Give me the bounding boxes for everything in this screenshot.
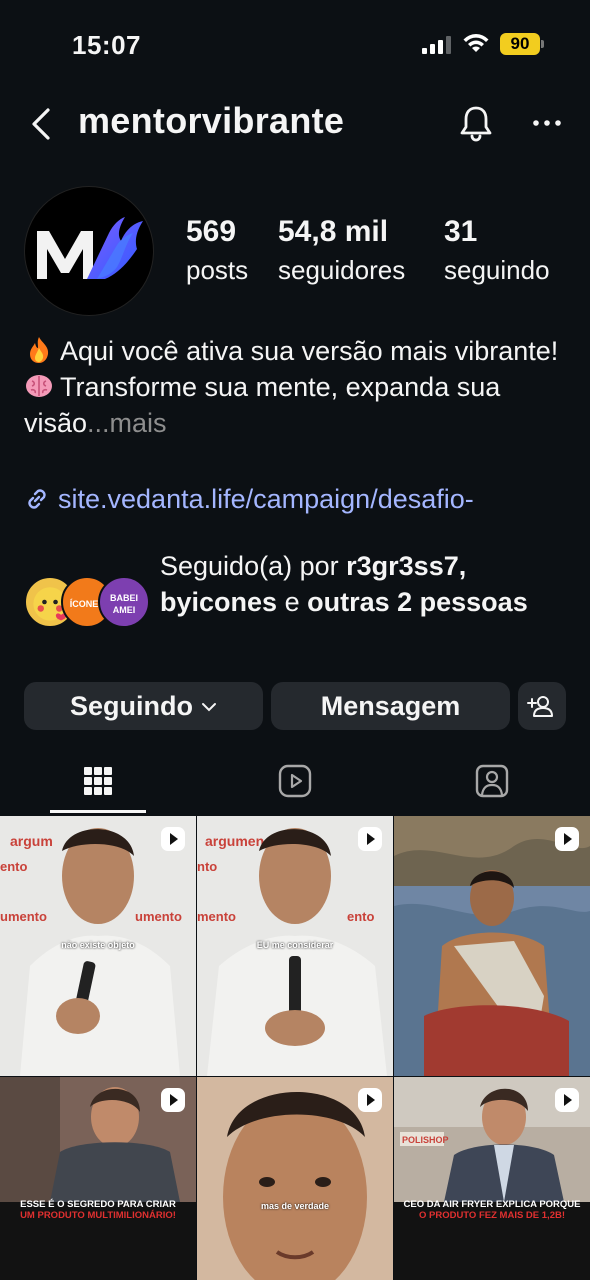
followed-by-connector: e xyxy=(284,587,300,617)
svg-text:nto: nto xyxy=(197,859,217,874)
svg-text:ento: ento xyxy=(0,859,28,874)
wifi-icon xyxy=(463,34,489,52)
profile-username: mentorvibrante xyxy=(78,100,345,141)
stat-posts-label: posts xyxy=(186,255,249,285)
following-button[interactable]: Seguindo xyxy=(24,682,263,730)
reels-icon xyxy=(278,764,312,798)
mutual-followers-avatars[interactable]: ÍCONES BABEI AMEI xyxy=(24,576,150,628)
battery-tip xyxy=(541,40,544,48)
post-caption: EU me considerar xyxy=(256,940,334,950)
stat-following-value: 31 xyxy=(444,215,478,248)
stat-followers-value: 54,8 mil xyxy=(278,215,389,248)
post-caption: mas de verdade xyxy=(260,1201,330,1211)
profile-tabs xyxy=(0,752,590,814)
battery-indicator: 90 xyxy=(500,33,540,55)
status-time: 15:07 xyxy=(72,30,141,60)
followed-by-text[interactable]: Seguido(a) por r3gr3ss7, byicones e outr… xyxy=(160,548,570,620)
post-caption: ESSE É O SEGREDO PARA CRIAR UM PRODUTO M… xyxy=(6,1199,190,1221)
stat-posts-value: 569 xyxy=(186,215,237,248)
post-caption-line-1: ESSE É O SEGREDO PARA CRIAR xyxy=(20,1199,176,1210)
profile-link[interactable]: site.vedanta.life/campaign/desafio- xyxy=(24,484,574,515)
tagged-person-icon xyxy=(475,764,509,798)
profile-link-text: site.vedanta.life/campaign/desafio- xyxy=(58,484,474,514)
brain-emoji-icon xyxy=(26,375,52,397)
svg-text:umento: umento xyxy=(0,909,47,924)
profile-header: mentorvibrante xyxy=(0,96,590,152)
reel-icon xyxy=(555,1088,579,1112)
followed-by-prefix: Seguido(a) por xyxy=(160,551,339,581)
bio-more-link[interactable]: mais xyxy=(110,408,167,438)
bio-text-1: Aqui você ativa sua versão mais vibrante… xyxy=(60,336,559,366)
reel-icon xyxy=(358,1088,382,1112)
mv-logo xyxy=(37,217,143,279)
svg-text:argum: argum xyxy=(10,833,53,849)
post-image xyxy=(394,816,590,1076)
followed-by-user-1: r3gr3ss7, xyxy=(346,551,467,581)
svg-text:ento: ento xyxy=(347,909,375,924)
message-button[interactable]: Mensagem xyxy=(271,682,510,730)
bio-ellipsis: ... xyxy=(87,408,110,438)
post-caption-line-2: UM PRODUTO MULTIMILIONÁRIO! xyxy=(20,1210,176,1221)
add-person-icon xyxy=(527,696,553,717)
reel-icon xyxy=(161,827,185,851)
grid-tab[interactable] xyxy=(0,752,196,814)
followed-by-user-2: byicones xyxy=(160,587,278,617)
post-caption-line-1: CEO DA AIR FRYER EXPLICA PORQUE xyxy=(403,1199,581,1210)
post-caption: não existe objeto xyxy=(61,940,135,950)
stat-posts[interactable]: 569 posts xyxy=(186,214,248,288)
svg-text:mento: mento xyxy=(197,909,236,924)
suggest-people-button[interactable] xyxy=(518,682,566,730)
bio-line-2: Transforme sua mente, expanda sua visão.… xyxy=(24,369,574,441)
stat-followers-label: seguidores xyxy=(278,255,406,285)
post-caption-line-2: O PRODUTO FEZ MAIS DE 1,2B! xyxy=(418,1210,566,1221)
link-icon xyxy=(28,489,46,509)
more-options-icon[interactable] xyxy=(530,108,564,138)
back-icon[interactable] xyxy=(26,106,56,142)
cellular-signal-icon xyxy=(422,36,452,54)
message-button-label: Mensagem xyxy=(320,691,461,721)
active-tab-indicator xyxy=(50,810,146,813)
reel-icon xyxy=(161,1088,185,1112)
bell-icon[interactable] xyxy=(458,104,494,142)
post-thumbnail[interactable]: mas de verdade xyxy=(197,1077,393,1280)
reel-icon xyxy=(555,827,579,851)
post-caption: CEO DA AIR FRYER EXPLICA PORQUE O PRODUT… xyxy=(400,1199,584,1221)
store-sign: POLISHOP xyxy=(402,1135,449,1145)
post-thumbnail[interactable]: argum ento umento umento não existe obje… xyxy=(0,816,196,1076)
post-thumbnail[interactable]: argumen nto mento ento EU me considerar xyxy=(197,816,393,1076)
chevron-down-icon xyxy=(202,703,216,712)
svg-text:argumen: argumen xyxy=(205,833,264,849)
following-button-label: Seguindo xyxy=(70,691,193,721)
fire-emoji-icon xyxy=(30,337,49,363)
bio-line-1: Aqui você ativa sua versão mais vibrante… xyxy=(24,333,574,369)
reel-icon xyxy=(358,827,382,851)
reels-tab[interactable] xyxy=(197,752,393,814)
svg-text:umento: umento xyxy=(135,909,182,924)
grid-icon xyxy=(84,767,112,795)
tagged-tab[interactable] xyxy=(394,752,590,814)
mutual-avatar-3: BABEI AMEI xyxy=(98,576,150,628)
status-bar: 15:07 90 xyxy=(0,0,590,88)
stat-following[interactable]: 31 seguindo xyxy=(444,214,550,288)
post-thumbnail[interactable] xyxy=(394,816,590,1076)
profile-bio: Aqui você ativa sua versão mais vibrante… xyxy=(24,333,574,441)
stat-following-label: seguindo xyxy=(444,255,550,285)
post-thumbnail[interactable]: ESSE É O SEGREDO PARA CRIAR UM PRODUTO M… xyxy=(0,1077,196,1280)
stat-followers[interactable]: 54,8 mil seguidores xyxy=(278,214,405,288)
profile-avatar[interactable] xyxy=(24,186,154,316)
followed-by-others: outras 2 pessoas xyxy=(307,587,528,617)
post-thumbnail[interactable]: POLISHOP CEO DA AIR FRYER EXPLICA PORQUE… xyxy=(394,1077,590,1280)
